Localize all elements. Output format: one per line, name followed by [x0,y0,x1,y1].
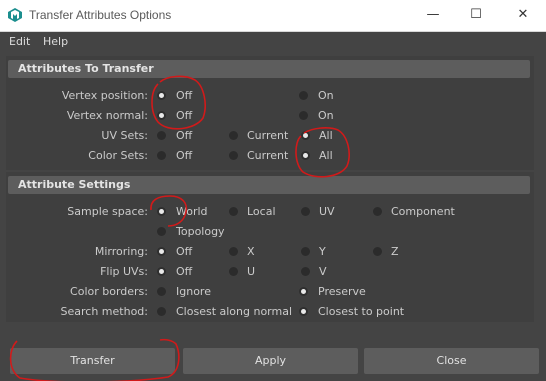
title-bar: Transfer Attributes Options — ☐ ✕ [0,0,546,32]
flip-uvs-v-label: V [319,265,327,278]
vertex-normal-off-radio[interactable] [157,111,166,120]
search-method-closest-along-normal-radio[interactable] [157,307,166,316]
sample-space-label: Sample space: [67,205,148,218]
flip-uvs-label: Flip UVs: [100,265,148,278]
sample-space-component-label: Component [391,205,455,218]
search-method-closest-to-point-label: Closest to point [318,305,405,318]
color-borders-label: Color borders: [70,285,148,298]
mirroring-z-label: Z [391,245,399,258]
sample-space-topology-label: Topology [176,225,225,238]
vertex-normal-on-label: On [318,109,334,122]
mirroring-x-label: X [247,245,255,258]
flip-uvs-v-radio[interactable] [301,267,310,276]
sample-space-local-label: Local [247,205,276,218]
section-header-attribute-settings[interactable]: Attribute Settings [8,176,530,194]
flip-uvs-off-radio[interactable] [157,267,166,276]
uv-sets-current-radio[interactable] [229,131,238,140]
apply-button[interactable]: Apply [183,348,358,374]
vertex-position-off-radio[interactable] [157,91,166,100]
sample-space-topology-radio[interactable] [157,227,166,236]
menu-bar: Edit Help [0,32,546,51]
minimize-button[interactable]: — [418,4,448,26]
color-sets-off-label: Off [176,149,193,162]
search-method-closest-to-point-radio[interactable] [299,307,308,316]
uv-sets-off-label: Off [176,129,193,142]
color-borders-preserve-radio[interactable] [299,287,308,296]
mirroring-y-radio[interactable] [301,247,310,256]
sample-space-world-label: World [176,205,208,218]
close-window-button[interactable]: ✕ [508,4,538,26]
vertex-position-label: Vertex position: [61,89,148,102]
uv-sets-current-label: Current [247,129,289,142]
color-sets-all-label: All [319,149,333,162]
color-borders-preserve-label: Preserve [318,285,366,298]
mirroring-label: Mirroring: [94,245,148,258]
flip-uvs-u-label: U [247,265,256,278]
uv-sets-all-label: All [319,129,333,142]
search-method-closest-along-normal-label: Closest along normal [176,305,293,318]
sample-space-local-radio[interactable] [229,207,238,216]
vertex-normal-on-radio[interactable] [299,111,308,120]
sample-space-component-radio[interactable] [373,207,382,216]
color-sets-current-label: Current [247,149,289,162]
mirroring-x-radio[interactable] [229,247,238,256]
vertex-position-off-label: Off [176,89,193,102]
color-sets-current-radio[interactable] [229,151,238,160]
menu-edit[interactable]: Edit [9,35,30,48]
flip-uvs-u-radio[interactable] [229,267,238,276]
maximize-button[interactable]: ☐ [461,4,491,26]
mirroring-y-label: Y [319,245,326,258]
transfer-button[interactable]: Transfer [10,348,175,374]
color-sets-label: Color Sets: [88,149,148,162]
section-header-attributes-to-transfer[interactable]: Attributes To Transfer [8,60,530,78]
vertex-position-on-label: On [318,89,334,102]
vertex-position-on-radio[interactable] [299,91,308,100]
mirroring-z-radio[interactable] [373,247,382,256]
search-method-label: Search method: [60,305,148,318]
mirroring-off-radio[interactable] [157,247,166,256]
sample-space-uv-radio[interactable] [301,207,310,216]
close-button[interactable]: Close [364,348,539,374]
window-title: Transfer Attributes Options [29,8,172,22]
sample-space-world-radio[interactable] [157,207,166,216]
uv-sets-all-radio[interactable] [301,131,310,140]
uv-sets-off-radio[interactable] [157,131,166,140]
color-sets-all-radio[interactable] [301,151,310,160]
mirroring-off-label: Off [176,245,193,258]
color-sets-off-radio[interactable] [157,151,166,160]
vertex-normal-off-label: Off [176,109,193,122]
sample-space-uv-label: UV [319,205,335,218]
color-borders-ignore-radio[interactable] [157,287,166,296]
menu-help[interactable]: Help [43,35,68,48]
vertex-normal-label: Vertex normal: [66,109,148,122]
flip-uvs-off-label: Off [176,265,193,278]
uv-sets-label: UV Sets: [101,129,148,142]
maya-app-icon [8,8,22,22]
color-borders-ignore-label: Ignore [176,285,211,298]
